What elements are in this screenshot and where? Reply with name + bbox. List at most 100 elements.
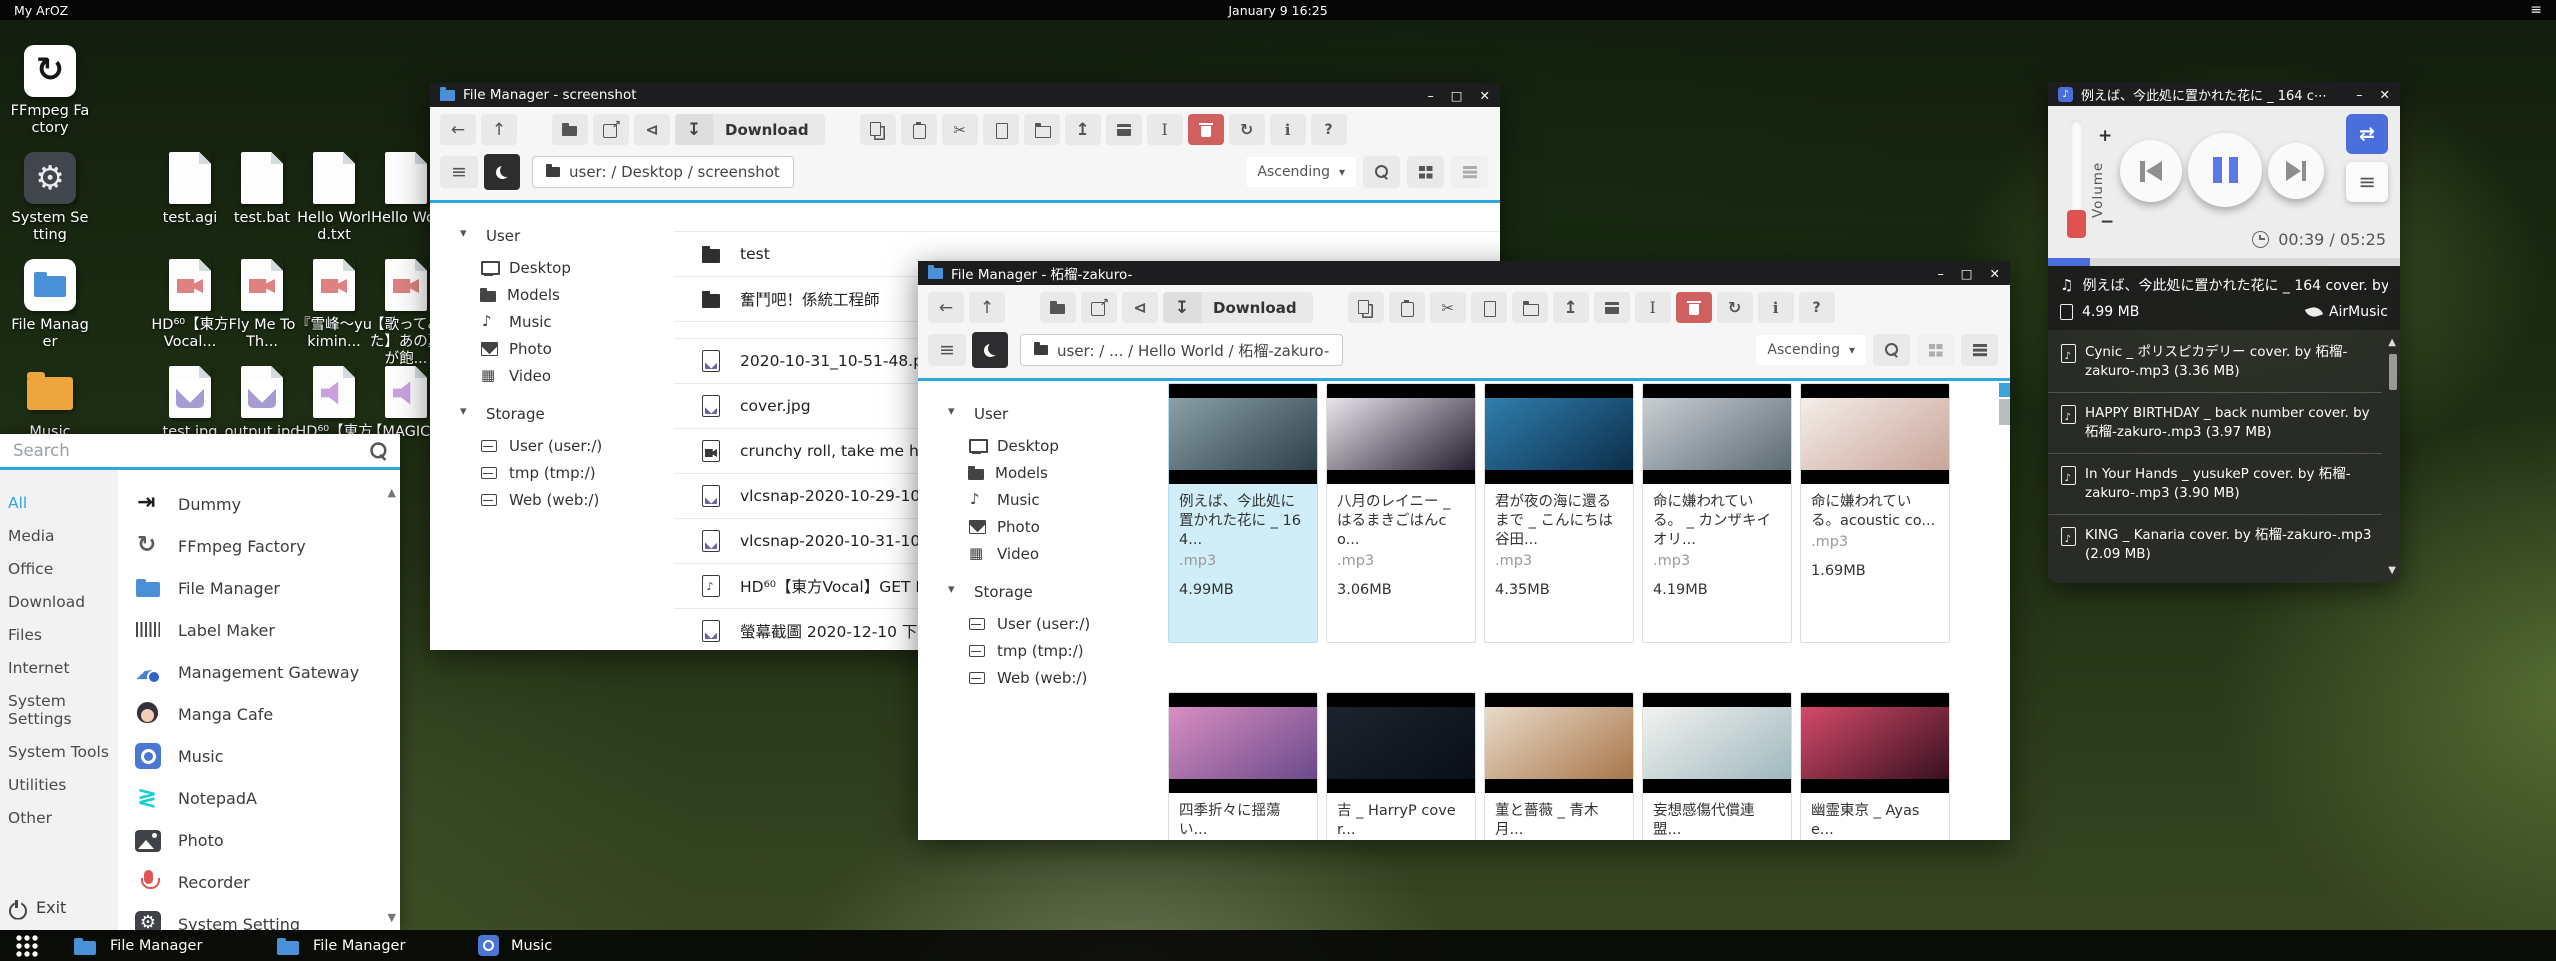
toolbar-button[interactable] (1188, 114, 1224, 145)
playlist-toggle-button[interactable] (2346, 162, 2388, 202)
toolbar-button[interactable] (1040, 292, 1076, 323)
sidebar-section-storage[interactable]: Storage (458, 405, 674, 423)
dark-mode-button[interactable] (484, 154, 520, 190)
file-tile[interactable]: 君が夜の海に還るまで _ こんにちは谷田... .mp3 4.35MB (1484, 383, 1634, 643)
menu-app-item[interactable]: Management Gateway (118, 651, 400, 693)
file-tile[interactable]: 菫と薔薇 _ 青木月... (1484, 692, 1634, 840)
minimize-button[interactable]: – (1427, 88, 1433, 103)
scroll-down-icon[interactable]: ▼ (2388, 565, 2396, 576)
grid-view-button[interactable] (1407, 156, 1444, 188)
playlist-item[interactable]: KING _ Kanaria cover. by 柘榴-zakuro-.mp3 … (2048, 515, 2382, 575)
desktop-icon[interactable]: Fly Me To Th... (222, 259, 302, 351)
sidebar-tree-item[interactable]: Music (946, 486, 1162, 513)
toolbar-button[interactable] (942, 114, 978, 145)
toolbar-button[interactable] (1147, 114, 1183, 145)
toolbar-button[interactable] (1106, 114, 1142, 145)
playlist-item[interactable]: In Your Hands _ yusukeP cover. by 柘榴-zak… (2048, 454, 2382, 515)
menu-app-item[interactable]: Manga Cafe (118, 693, 400, 735)
volume-down-label[interactable]: − (2100, 212, 2114, 232)
progress-bar[interactable] (2048, 258, 2400, 266)
close-button[interactable]: ✕ (1480, 88, 1490, 103)
title-bar[interactable]: File Manager - 柘榴-zakuro- – □ ✕ (918, 261, 2010, 285)
file-tile[interactable]: 吉 _ HarryP cover... (1326, 692, 1476, 840)
menu-app-item[interactable]: Recorder (118, 861, 400, 903)
menu-toggle-button[interactable] (928, 334, 966, 366)
menu-app-item[interactable]: NotepadA (118, 777, 400, 819)
sidebar-section-user[interactable]: User (458, 227, 674, 245)
file-tile[interactable]: 妄想感傷代償連盟... (1642, 692, 1792, 840)
sidebar-tree-item[interactable]: User (user:/) (946, 610, 1162, 637)
file-tile[interactable]: 四季折々に揺蕩い... (1168, 692, 1318, 840)
sort-dropdown[interactable]: Ascending (1246, 157, 1356, 187)
scroll-up-icon[interactable]: ▲ (2388, 337, 2396, 348)
toolbar-button[interactable] (1594, 292, 1630, 323)
desktop-icon[interactable]: test.jpg (150, 366, 230, 441)
hamburger-menu-icon[interactable]: ≡ (2530, 5, 2542, 15)
maximize-button[interactable]: □ (1451, 88, 1463, 103)
menu-toggle-button[interactable] (440, 156, 478, 188)
desktop-icon[interactable]: 『雪峰～yukimin... (294, 259, 374, 351)
desktop-icon[interactable]: output.jpg (222, 366, 302, 441)
next-track-button[interactable] (2268, 143, 2324, 199)
desktop-icon[interactable]: FFmpeg Factory (10, 45, 90, 137)
sidebar-tree-item[interactable]: Models (946, 459, 1162, 486)
toolbar-button[interactable] (1758, 292, 1794, 323)
toolbar-button[interactable] (481, 114, 517, 145)
toolbar-button[interactable] (634, 114, 670, 145)
sidebar-tree-item[interactable]: Models (458, 281, 674, 308)
sidebar-tree-item[interactable]: User (user:/) (458, 432, 674, 459)
menu-category[interactable]: Internet (0, 651, 118, 684)
menu-category[interactable]: Office (0, 552, 118, 585)
menu-app-item[interactable]: System Setting (118, 903, 400, 930)
volume-slider[interactable] (2070, 120, 2083, 224)
file-tile[interactable]: 命に嫌われている。acoustic co... .mp3 1.69MB (1800, 383, 1950, 643)
toolbar-button[interactable] (1430, 292, 1466, 323)
list-view-button[interactable] (1451, 156, 1488, 188)
toolbar-button[interactable] (860, 114, 896, 145)
desktop-icon[interactable]: test.agi (150, 152, 230, 227)
taskbar-item[interactable]: File Manager (277, 930, 405, 961)
file-tile[interactable]: 幽霊東京 _ Ayase... (1800, 692, 1950, 840)
minimize-button[interactable]: – (1937, 266, 1943, 281)
volume-slider-thumb[interactable] (2067, 210, 2086, 238)
toolbar-button[interactable] (1270, 114, 1306, 145)
scroll-up-button[interactable] (1999, 383, 2010, 397)
taskbar-item[interactable]: Music (478, 930, 552, 961)
desktop-icon[interactable]: Hello World.txt (294, 152, 374, 244)
toolbar-button[interactable] (1635, 292, 1671, 323)
close-button[interactable]: ✕ (1990, 266, 2000, 281)
menu-category[interactable]: Files (0, 618, 118, 651)
menu-app-item[interactable]: Music (118, 735, 400, 777)
toolbar-button[interactable] (901, 114, 937, 145)
menu-category[interactable]: Download (0, 585, 118, 618)
menu-category[interactable]: Other (0, 801, 118, 834)
menu-category[interactable]: Media (0, 519, 118, 552)
scroll-down-icon[interactable]: ▼ (388, 911, 396, 924)
breadcrumb[interactable]: user: / Desktop / screenshot (532, 156, 794, 188)
menu-app-item[interactable]: Label Maker (118, 609, 400, 651)
toolbar-button[interactable] (440, 114, 476, 145)
volume-up-label[interactable]: + (2098, 126, 2112, 146)
repeat-button[interactable] (2346, 114, 2388, 154)
taskbar-item[interactable]: File Manager (74, 930, 202, 961)
scrollbar-thumb[interactable] (2389, 354, 2397, 390)
previous-track-button[interactable] (2120, 140, 2182, 202)
sidebar-tree-item[interactable]: Video (946, 540, 1162, 567)
brand-label[interactable]: My ArOZ (14, 3, 68, 18)
breadcrumb[interactable]: user: / ... / Hello World / 柘榴-zakuro- (1020, 334, 1343, 366)
sidebar-tree-item[interactable]: Photo (458, 335, 674, 362)
toolbar-button[interactable] (552, 114, 588, 145)
close-button[interactable]: ✕ (2380, 87, 2390, 102)
sidebar-section-user[interactable]: User (946, 405, 1162, 423)
toolbar-button[interactable] (1311, 114, 1347, 145)
sidebar-tree-item[interactable]: Photo (946, 513, 1162, 540)
desktop-icon[interactable]: Music (10, 366, 90, 441)
search-button[interactable] (1873, 334, 1910, 366)
toolbar-button[interactable] (983, 114, 1019, 145)
toolbar-button[interactable] (1676, 292, 1712, 323)
desktop-icon[interactable]: File Manager (10, 259, 90, 351)
menu-app-item[interactable]: File Manager (118, 567, 400, 609)
toolbar-button[interactable] (1471, 292, 1507, 323)
toolbar-button[interactable]: Download (675, 114, 825, 145)
title-bar[interactable]: File Manager - screenshot – □ ✕ (430, 83, 1500, 107)
